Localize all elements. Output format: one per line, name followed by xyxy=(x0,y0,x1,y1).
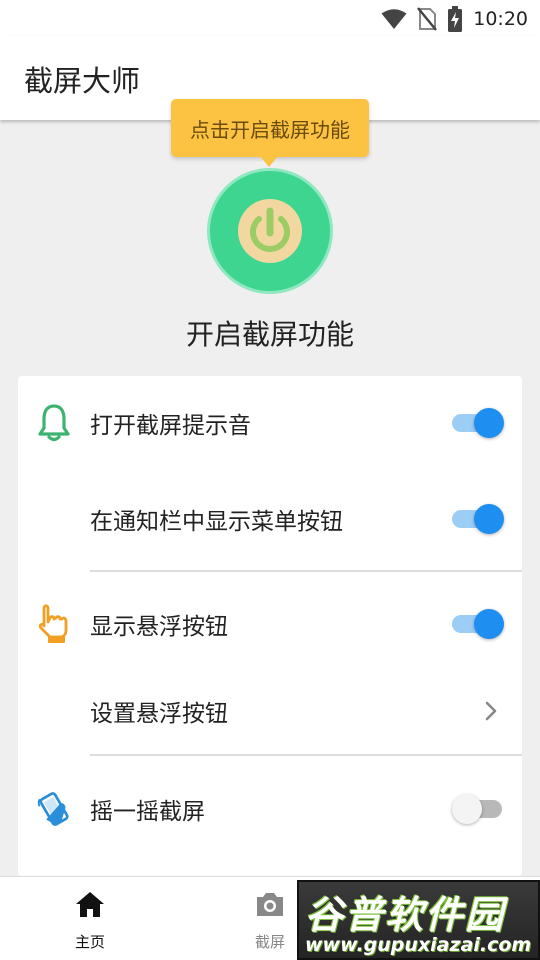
setting-label-sound: 打开截屏提示音 xyxy=(90,413,251,439)
settings-card: 打开截屏提示音 在通知栏中显示菜单按钮 显示悬浮按钮 设置悬浮按钮 摇一摇截屏 xyxy=(18,376,522,876)
sound-toggle[interactable] xyxy=(452,406,504,440)
power-icon xyxy=(250,207,290,252)
setting-row-float[interactable]: 显示悬浮按钮 xyxy=(18,579,522,669)
setting-row-float-config[interactable]: 设置悬浮按钮 xyxy=(18,666,522,756)
home-icon xyxy=(76,892,104,917)
setting-row-notification[interactable]: 在通知栏中显示菜单按钮 xyxy=(18,474,522,564)
bell-icon xyxy=(38,404,70,442)
hand-pointer-icon xyxy=(38,604,68,643)
enable-screenshot-button[interactable] xyxy=(207,168,333,294)
divider xyxy=(90,754,522,756)
hint-tooltip: 点击开启截屏功能 xyxy=(171,99,369,167)
feature-label: 开启截屏功能 xyxy=(185,318,354,351)
wifi-icon xyxy=(381,9,407,29)
setting-row-sound[interactable]: 打开截屏提示音 xyxy=(18,378,522,468)
chevron-right-icon xyxy=(485,701,497,721)
divider xyxy=(90,570,522,572)
notification-menu-toggle[interactable] xyxy=(452,502,504,536)
setting-label-notification: 在通知栏中显示菜单按钮 xyxy=(90,509,343,535)
setting-row-shake[interactable]: 摇一摇截屏 xyxy=(18,764,522,854)
watermark-url: www.gupuxiazai.com xyxy=(305,934,532,956)
status-time: 10:20 xyxy=(473,8,528,30)
page-title: 截屏大师 xyxy=(24,64,141,98)
shake-toggle[interactable] xyxy=(452,792,504,826)
status-bar: 10:20 xyxy=(0,0,540,36)
nav-home-label: 主页 xyxy=(74,933,105,951)
setting-label-float-config: 设置悬浮按钮 xyxy=(90,701,228,727)
camera-icon xyxy=(257,893,283,916)
shake-phone-icon xyxy=(37,792,69,826)
hint-tooltip-text: 点击开启截屏功能 xyxy=(190,117,350,142)
battery-charging-icon xyxy=(448,6,463,32)
setting-label-float: 显示悬浮按钮 xyxy=(90,614,228,640)
watermark-logo: 谷普软件园 www.gupuxiazai.com xyxy=(297,880,540,960)
nav-home[interactable]: 主页 xyxy=(50,887,130,952)
float-button-toggle[interactable] xyxy=(452,607,504,641)
setting-label-shake: 摇一摇截屏 xyxy=(90,799,205,825)
watermark-title: 谷普软件园 xyxy=(305,893,506,937)
no-sim-icon xyxy=(417,7,438,31)
